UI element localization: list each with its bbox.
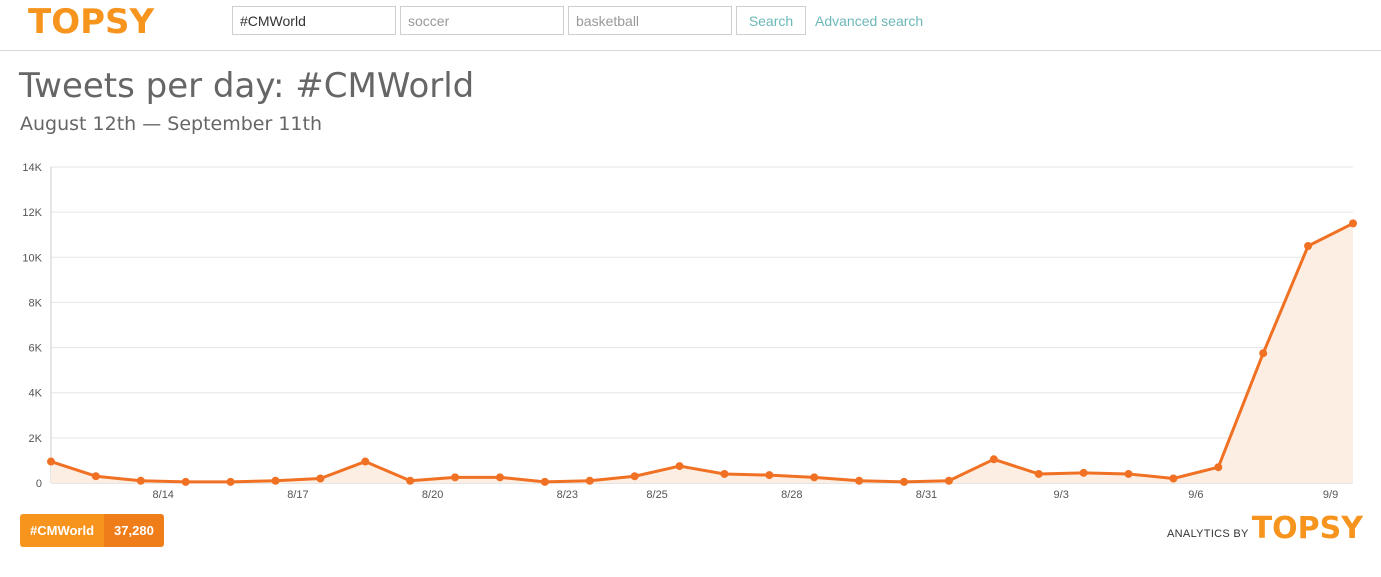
search-input-3[interactable] [568, 6, 732, 35]
x-tick-label: 9/9 [1323, 489, 1338, 501]
badge-tag: #CMWorld [20, 514, 105, 547]
data-point [1349, 219, 1357, 228]
data-point [226, 477, 235, 486]
data-point [1304, 242, 1313, 250]
data-point [1169, 474, 1178, 483]
data-point [1034, 469, 1043, 478]
x-tick-label: 9/3 [1054, 489, 1069, 501]
x-tick-label: 8/14 [153, 489, 174, 501]
data-point [810, 473, 819, 482]
series-badge[interactable]: #CMWorld 37,280 [20, 514, 164, 547]
data-point [181, 477, 190, 486]
data-point [91, 472, 100, 481]
data-point [361, 457, 370, 466]
search-button[interactable]: Search [736, 6, 806, 35]
data-point [720, 469, 729, 478]
data-point [765, 471, 774, 480]
y-tick-label: 12K [22, 207, 42, 219]
y-tick-label: 2K [29, 433, 43, 445]
data-point [1124, 469, 1133, 478]
x-tick-label: 8/28 [781, 489, 802, 501]
search-input-1[interactable] [232, 6, 396, 35]
x-tick-label: 8/25 [646, 489, 667, 501]
data-point [1259, 349, 1268, 358]
footer-topsy-logo: TOPSY [1251, 511, 1363, 546]
y-tick-label: 6K [29, 343, 43, 355]
series-area [51, 223, 1353, 483]
topsy-logo[interactable]: TOPSY [28, 2, 154, 42]
data-point [855, 476, 864, 485]
data-point [944, 476, 953, 485]
advanced-search-link[interactable]: Advanced search [815, 13, 923, 29]
y-tick-label: 14K [22, 162, 42, 174]
date-range-subtitle: August 12th — September 11th [20, 113, 323, 135]
header-bar: TOPSY Search Advanced search [0, 0, 1381, 51]
data-point [630, 472, 639, 481]
search-input-2[interactable] [400, 6, 564, 35]
x-tick-label: 9/6 [1188, 489, 1203, 501]
tweets-chart: 0 2K 4K 6K 8K 10K 12K 14K 8/14 8/17 8/20 8/23 8/25 8/… [22, 162, 1357, 501]
data-point [540, 477, 549, 486]
data-point [136, 476, 145, 485]
data-point [1214, 463, 1223, 472]
y-tick-label: 8K [29, 297, 43, 309]
data-point [271, 476, 280, 485]
data-point [900, 477, 909, 486]
analytics-brand: ANALYTICS BY TOPSY [1167, 512, 1363, 546]
y-tick-label: 10K [22, 252, 42, 264]
data-point [406, 476, 415, 485]
data-point [989, 455, 998, 464]
data-point [675, 462, 684, 471]
data-point [1079, 468, 1088, 477]
y-tick-label: 0 [36, 478, 42, 490]
x-tick-label: 8/20 [422, 489, 443, 501]
data-point [585, 476, 594, 485]
y-tick-label: 4K [29, 388, 43, 400]
data-point [495, 473, 504, 482]
data-point [316, 474, 325, 483]
x-tick-label: 8/23 [557, 489, 578, 501]
x-tick-label: 8/31 [916, 489, 937, 501]
series-line [50, 222, 1354, 484]
data-point [47, 457, 55, 466]
badge-count: 37,280 [104, 514, 164, 547]
x-tick-label: 8/17 [287, 489, 308, 501]
page-title: Tweets per day: #CMWorld [19, 66, 475, 106]
analytics-by-label: ANALYTICS BY [1167, 528, 1249, 540]
data-point [451, 473, 460, 482]
